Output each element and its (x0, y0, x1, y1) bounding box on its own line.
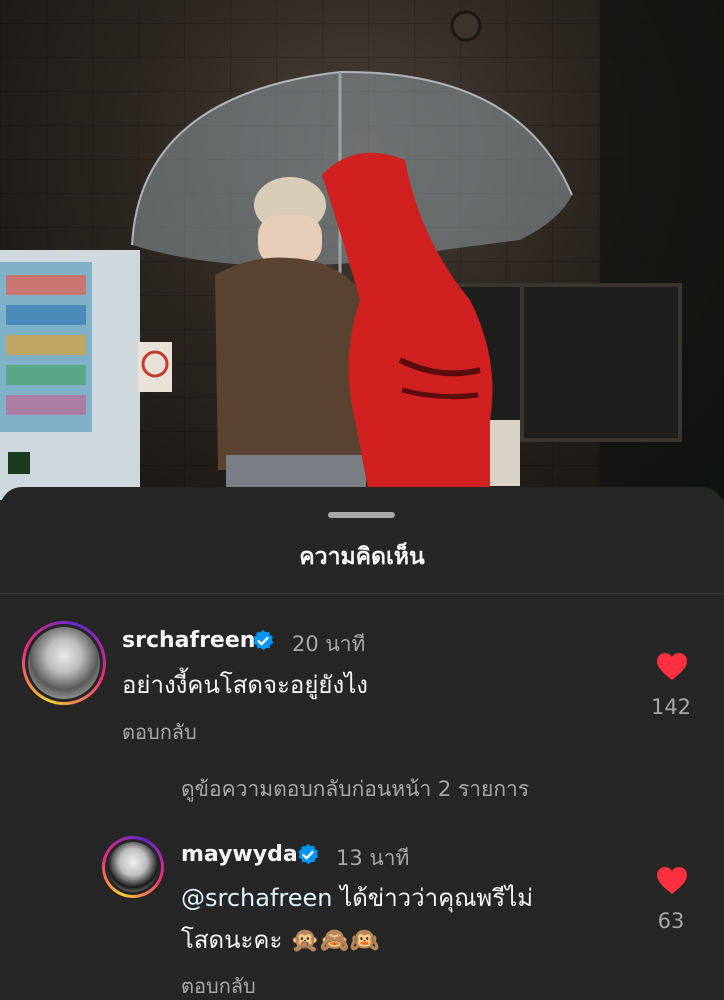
avatar[interactable] (102, 836, 164, 898)
sheet-drag-handle[interactable] (328, 512, 395, 518)
emoji-group: 🙊🙈🙉 (290, 926, 380, 954)
heart-icon[interactable] (656, 866, 688, 896)
avatar-photo (108, 842, 158, 892)
verified-badge-icon (298, 844, 319, 865)
comment-text-line1: ได้ข่าวว่าคุณพรีไม่ (332, 884, 534, 912)
comment-username[interactable]: srchafreen (122, 628, 255, 653)
mention-link[interactable]: @srchafreen (181, 884, 333, 912)
like-count: 63 (657, 909, 685, 933)
comment-text-line2: โสดนะคะ (181, 926, 290, 954)
title-divider (0, 593, 724, 594)
like-count: 142 (650, 695, 692, 719)
heart-icon[interactable] (656, 652, 688, 682)
avatar-photo (28, 627, 100, 699)
comment-text: อย่างงี้คนโสดจะอยู่ยังไง (122, 671, 368, 699)
comments-screen: ความคิดเห็น srchafreen 20 นาที อย่างงี้ค… (0, 0, 724, 1000)
view-previous-replies-button[interactable]: ดูข้อความตอบกลับก่อนหน้า 2 รายการ (181, 773, 529, 806)
photo-scene (0, 0, 724, 500)
post-photo (0, 0, 724, 500)
reply-button[interactable]: ตอบกลับ (181, 970, 256, 1000)
verified-badge-icon (253, 630, 274, 651)
reply-button[interactable]: ตอบกลับ (122, 716, 197, 748)
sheet-title: ความคิดเห็น (299, 544, 425, 570)
comment-time: 13 นาที (336, 846, 410, 870)
comment-text: @srchafreen ได้ข่าวว่าคุณพรีไม่ โสดนะคะ … (181, 877, 533, 961)
avatar[interactable] (22, 621, 106, 705)
comment-time: 20 นาที (292, 632, 366, 656)
comment-username[interactable]: maywyda (181, 842, 298, 867)
